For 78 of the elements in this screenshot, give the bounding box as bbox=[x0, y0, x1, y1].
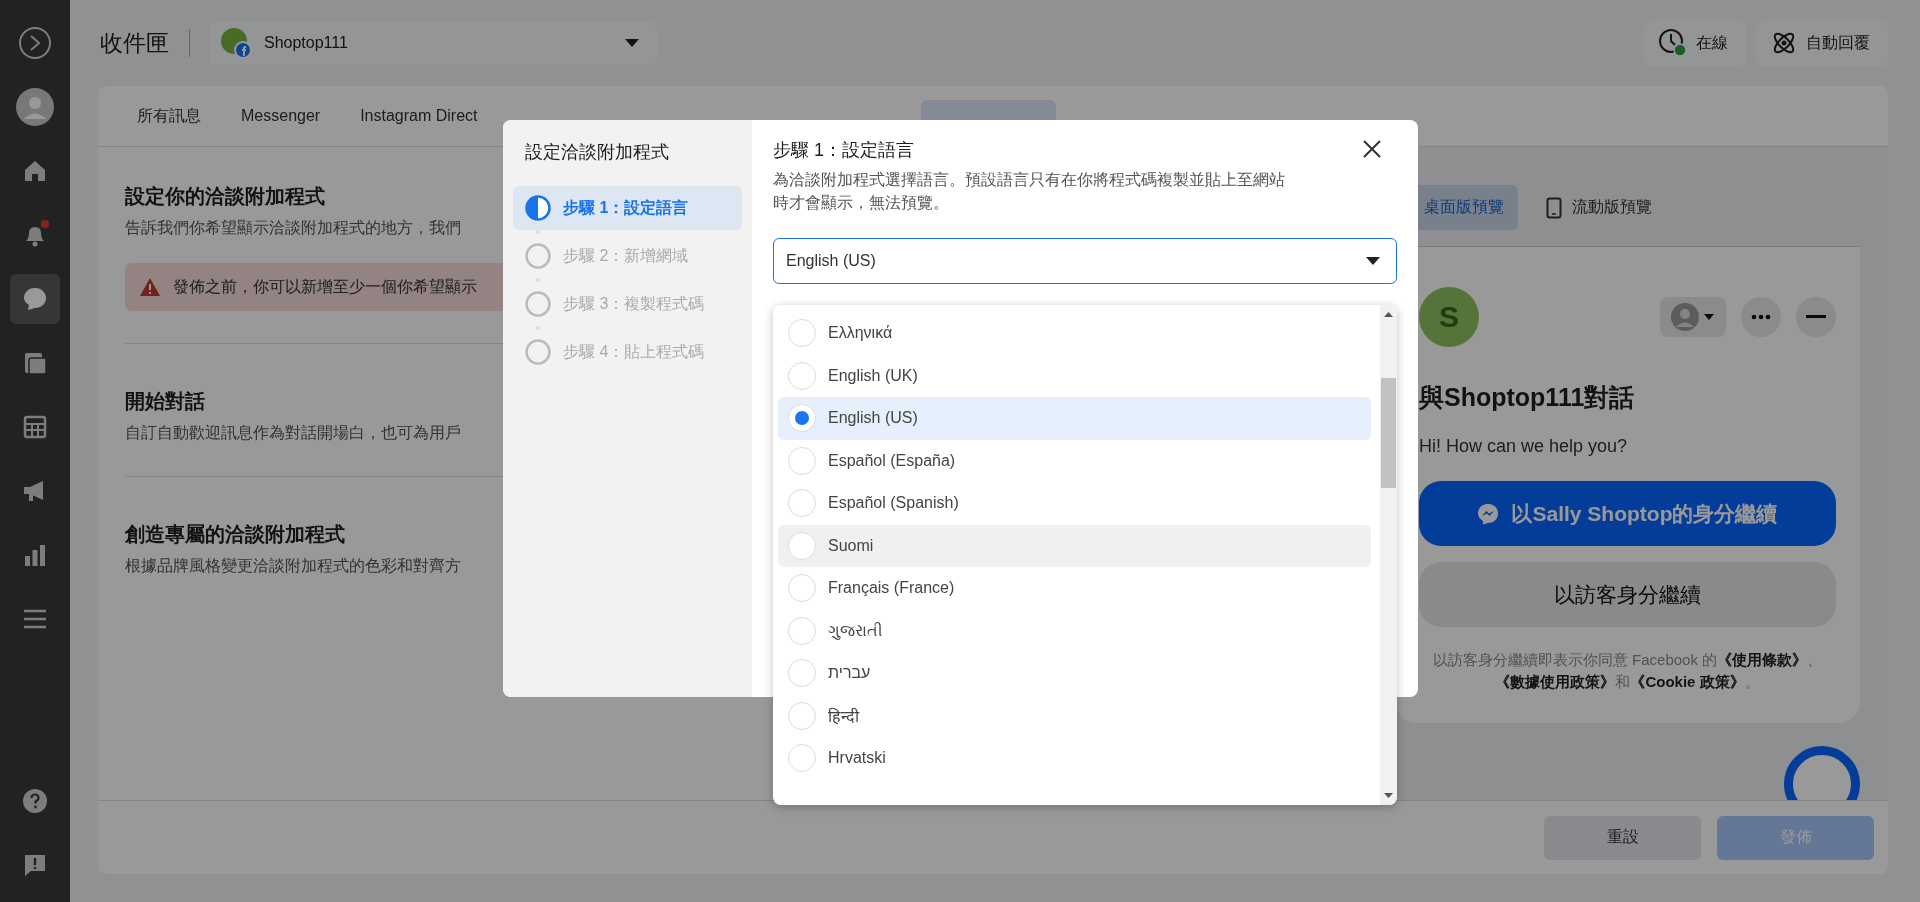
page-avatar-icon bbox=[220, 27, 252, 59]
radio-button[interactable] bbox=[788, 489, 816, 518]
radio-button[interactable] bbox=[788, 446, 816, 475]
tab[interactable]: Instagram Direct bbox=[340, 100, 498, 132]
language-select[interactable]: English (US) bbox=[773, 238, 1397, 285]
language-option[interactable]: Suomi bbox=[778, 524, 1371, 567]
language-option[interactable]: Ελληνικά bbox=[778, 312, 1371, 355]
radio-button[interactable] bbox=[788, 701, 816, 730]
language-option[interactable]: हिन्दी bbox=[778, 694, 1371, 737]
section-description: 根據品牌風格變更洽談附加程式的色彩和對齊方 bbox=[125, 556, 461, 576]
section-description: 告訴我們你希望顯示洽談附加程式的地方，我們 bbox=[125, 218, 461, 238]
more-icon bbox=[1751, 314, 1771, 320]
radio-button[interactable] bbox=[788, 531, 816, 560]
circle-icon bbox=[525, 243, 551, 269]
step-heading: 步驟 1：設定語言 bbox=[773, 139, 914, 162]
language-option[interactable]: Hrvatski bbox=[778, 737, 1371, 780]
help-icon[interactable] bbox=[22, 788, 48, 814]
continue-as-user-button[interactable]: 以Sally Shoptop的身分繼續 bbox=[1419, 481, 1836, 546]
more-button[interactable] bbox=[1741, 297, 1781, 337]
menu-icon[interactable] bbox=[22, 608, 48, 630]
preview-tab[interactable]: 流動版預覽 bbox=[1532, 185, 1666, 230]
section-title: 創造專屬的洽談附加程式 bbox=[125, 522, 345, 547]
chat-launcher-button[interactable] bbox=[1784, 745, 1860, 800]
reset-button[interactable]: 重設 bbox=[1544, 815, 1701, 860]
radio-button[interactable] bbox=[788, 361, 816, 390]
chat-icon[interactable] bbox=[21, 285, 49, 313]
avatar-icon[interactable] bbox=[16, 88, 54, 126]
avatar-letter: S bbox=[1419, 287, 1479, 347]
feedback-icon[interactable] bbox=[22, 852, 48, 878]
warning-text: 發佈之前，你可以新增至少一個你希望顯示 bbox=[173, 276, 477, 297]
radio-button[interactable] bbox=[788, 574, 816, 603]
circle-icon bbox=[525, 339, 551, 365]
tab[interactable]: Messenger bbox=[221, 100, 341, 132]
profile-icon bbox=[1670, 302, 1716, 332]
chat-title: 與Shoptop111對話 bbox=[1419, 382, 1636, 413]
radio-button[interactable] bbox=[788, 319, 816, 348]
half-circle-icon bbox=[525, 195, 551, 221]
radio-button[interactable] bbox=[788, 744, 816, 773]
pages-icon[interactable] bbox=[22, 350, 48, 376]
language-option[interactable]: ગુજરાતી bbox=[778, 609, 1371, 652]
language-option[interactable]: Español (España) bbox=[778, 439, 1371, 482]
logo-icon[interactable] bbox=[18, 26, 52, 60]
minimize-icon bbox=[1806, 315, 1826, 319]
language-option[interactable]: English (UK) bbox=[778, 354, 1371, 397]
table-icon[interactable] bbox=[22, 414, 48, 440]
terms-text: 以訪客身分繼續即表示你同意 Facebook 的《使用條款》、《數據使用政策》和《Cookie 政策》。 bbox=[1431, 650, 1824, 692]
page-select[interactable]: Shoptop111 bbox=[210, 21, 657, 65]
radio-button[interactable] bbox=[788, 616, 816, 645]
section-title: 設定你的洽談附加程式 bbox=[125, 184, 325, 209]
page-title: 收件匣 bbox=[100, 28, 169, 58]
caret-icon bbox=[625, 39, 639, 47]
profile-menu-button[interactable] bbox=[1660, 297, 1726, 337]
status-button[interactable]: 在線 bbox=[1644, 20, 1746, 66]
step-item[interactable]: 步驟 1：設定語言 bbox=[513, 186, 742, 230]
language-option[interactable]: Français (France) bbox=[778, 567, 1371, 610]
close-button[interactable] bbox=[1361, 138, 1383, 160]
continue-as-guest-button[interactable]: 以訪客身分繼續 bbox=[1419, 562, 1836, 627]
section-title: 開始對話 bbox=[125, 389, 205, 414]
warning-icon bbox=[139, 277, 161, 297]
step-description: 為洽談附加程式選擇語言。預設語言只有在你將程式碼複製並貼上至網站時才會顯示，無法預覽。 bbox=[773, 170, 1286, 214]
auto-reply-button[interactable]: 自動回覆 bbox=[1756, 20, 1888, 66]
scrollbar[interactable] bbox=[1380, 305, 1397, 805]
language-option[interactable]: Español (Spanish) bbox=[778, 482, 1371, 525]
circle-icon bbox=[525, 291, 551, 317]
minimize-button[interactable] bbox=[1796, 297, 1836, 337]
home-icon[interactable] bbox=[22, 158, 48, 184]
caret-icon bbox=[1366, 257, 1380, 266]
language-option[interactable]: English (US) bbox=[778, 397, 1371, 440]
dialog-title: 設定洽談附加程式 bbox=[525, 141, 670, 164]
language-option[interactable]: עברית bbox=[778, 652, 1371, 695]
radio-button[interactable] bbox=[788, 659, 816, 688]
tab[interactable]: 所有訊息 bbox=[117, 98, 221, 134]
section-description: 自訂自動歡迎訊息作為對話開場白，也可為用戶 bbox=[125, 423, 461, 443]
messenger-icon bbox=[1477, 502, 1500, 525]
bar-chart-icon[interactable] bbox=[22, 542, 48, 568]
greeting-text: Hi! How can we help you? bbox=[1419, 436, 1629, 457]
phone-icon bbox=[1546, 196, 1562, 219]
radio-button[interactable] bbox=[788, 404, 816, 433]
